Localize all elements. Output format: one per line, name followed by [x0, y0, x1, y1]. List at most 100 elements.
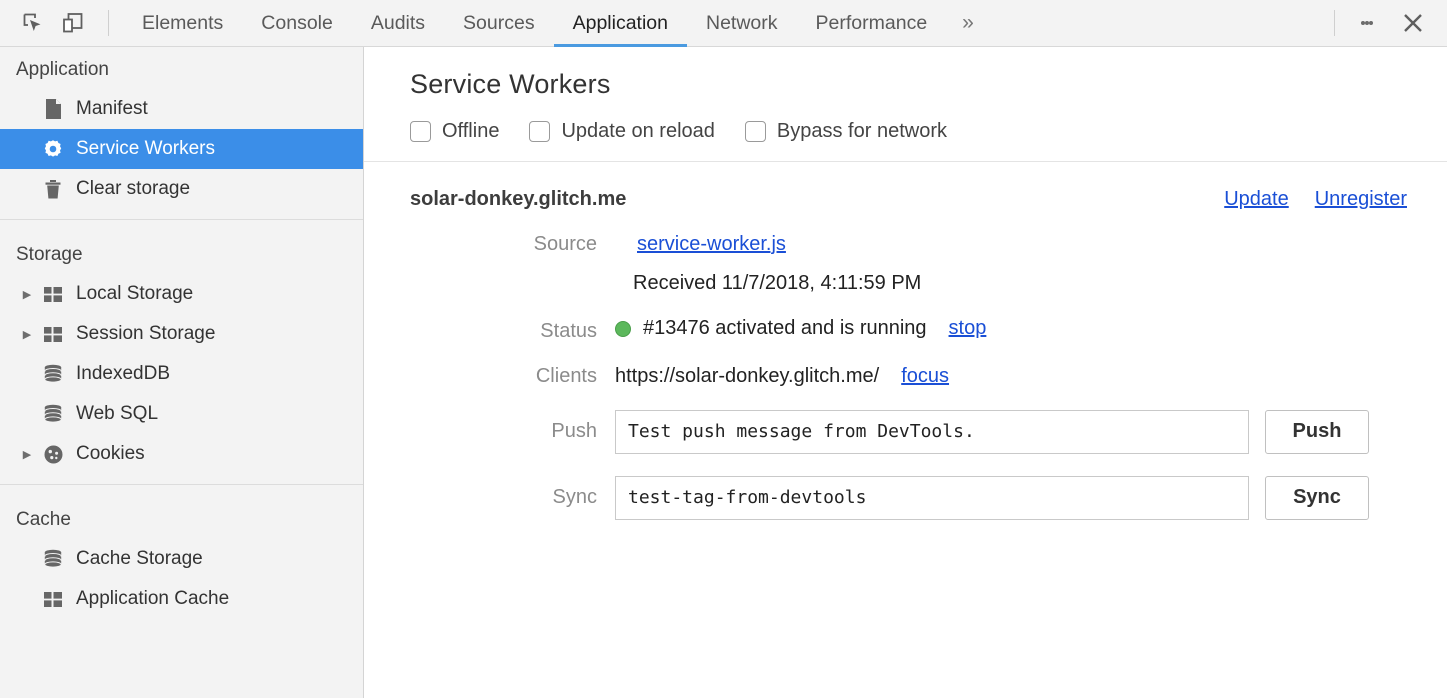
- offline-checkbox[interactable]: Offline: [410, 120, 499, 143]
- bypass-for-network-checkbox[interactable]: Bypass for network: [745, 120, 947, 143]
- devtools-window: Elements Console Audits Sources Applicat…: [0, 0, 1447, 698]
- clients-row: Clients https://solar-donkey.glitch.me/ …: [410, 365, 1407, 388]
- service-workers-panel: Service Workers Offline Update on reload…: [364, 47, 1447, 698]
- tab-application[interactable]: Application: [554, 0, 687, 47]
- update-link[interactable]: Update: [1224, 188, 1289, 211]
- sidebar-section-title: Cache: [0, 497, 363, 539]
- sidebar-item-label: IndexedDB: [76, 363, 170, 385]
- status-indicator-icon: [615, 321, 631, 337]
- source-file-link[interactable]: service-worker.js: [637, 233, 786, 256]
- update-on-reload-checkbox[interactable]: Update on reload: [529, 120, 714, 143]
- stop-link[interactable]: stop: [949, 317, 987, 340]
- sidebar-item-manifest[interactable]: Manifest: [0, 89, 363, 129]
- status-value: #13476 activated and is running stop: [615, 317, 986, 340]
- sidebar-item-clear-storage[interactable]: Clear storage: [0, 169, 363, 209]
- clients-label: Clients: [410, 365, 615, 388]
- sidebar-item-label: Clear storage: [76, 178, 190, 200]
- kebab-dot: [1369, 21, 1373, 25]
- sidebar-item-label: Service Workers: [76, 138, 215, 160]
- toolbar-divider: [108, 10, 109, 36]
- push-message-input[interactable]: Test push message from DevTools.: [615, 410, 1249, 454]
- sidebar-item-cookies[interactable]: ▶ Cookies: [0, 434, 363, 474]
- sidebar-item-indexeddb[interactable]: ▶ IndexedDB: [0, 354, 363, 394]
- sidebar-item-label: Manifest: [76, 98, 148, 120]
- focus-link[interactable]: focus: [901, 365, 949, 388]
- service-worker-registration: solar-donkey.glitch.me Update Unregister…: [364, 162, 1447, 520]
- more-tabs-chevron-icon[interactable]: »: [946, 11, 990, 35]
- checkbox-box[interactable]: [410, 121, 431, 142]
- database-icon: [38, 548, 68, 570]
- expand-triangle-icon[interactable]: ▶: [16, 288, 38, 301]
- sidebar-item-label: Application Cache: [76, 588, 229, 610]
- toolbar-right-divider: [1334, 10, 1335, 36]
- sidebar-item-label: Cache Storage: [76, 548, 203, 570]
- sync-tag-input[interactable]: test-tag-from-devtools: [615, 476, 1249, 520]
- push-button[interactable]: Push: [1265, 410, 1369, 454]
- sidebar-section-title: Storage: [0, 232, 363, 274]
- tab-elements[interactable]: Elements: [123, 0, 242, 47]
- sync-button[interactable]: Sync: [1265, 476, 1369, 520]
- device-toolbar-icon[interactable]: [58, 8, 88, 38]
- sidebar-item-cache-storage[interactable]: Cache Storage: [0, 539, 363, 579]
- toolbar-right-controls: [1324, 3, 1433, 43]
- client-url: https://solar-donkey.glitch.me/: [615, 365, 879, 388]
- sidebar-item-web-sql[interactable]: ▶ Web SQL: [0, 394, 363, 434]
- table-icon: [38, 323, 68, 345]
- checkbox-label: Offline: [442, 120, 499, 143]
- page-title: Service Workers: [410, 69, 1447, 100]
- tab-performance[interactable]: Performance: [797, 0, 947, 47]
- table-icon: [38, 588, 68, 610]
- expand-triangle-icon[interactable]: ▶: [16, 448, 38, 461]
- trash-icon: [38, 178, 68, 200]
- checkbox-label: Bypass for network: [777, 120, 947, 143]
- source-label: Source: [410, 233, 615, 256]
- sidebar-item-application-cache[interactable]: Application Cache: [0, 579, 363, 619]
- panel-tabs: Elements Console Audits Sources Applicat…: [123, 0, 990, 47]
- application-sidebar: Application Manifest: [0, 47, 364, 698]
- sidebar-section-storage: Storage ▶ Local Storage ▶: [0, 219, 363, 484]
- devtools-toolbar: Elements Console Audits Sources Applicat…: [0, 0, 1447, 47]
- cookie-icon: [38, 443, 68, 465]
- registration-actions: Update Unregister: [1224, 188, 1407, 211]
- sidebar-item-label: Cookies: [76, 443, 145, 465]
- devtools-body: Application Manifest: [0, 47, 1447, 698]
- document-icon: [38, 98, 68, 120]
- sidebar-item-label: Web SQL: [76, 403, 158, 425]
- sync-label: Sync: [410, 486, 615, 509]
- sync-row: Sync test-tag-from-devtools Sync: [410, 476, 1407, 520]
- sidebar-item-local-storage[interactable]: ▶ Local Storage: [0, 274, 363, 314]
- status-label: Status: [410, 320, 615, 343]
- kebab-menu-icon[interactable]: [1349, 5, 1385, 41]
- source-value: service-worker.js: [615, 233, 786, 256]
- sidebar-item-label: Session Storage: [76, 323, 215, 345]
- clients-value: https://solar-donkey.glitch.me/ focus: [615, 365, 949, 388]
- sidebar-item-session-storage[interactable]: ▶ Session Storage: [0, 314, 363, 354]
- gear-icon: [38, 138, 68, 160]
- tab-network[interactable]: Network: [687, 0, 797, 47]
- source-row: Source service-worker.js: [410, 233, 1407, 256]
- close-icon[interactable]: [1393, 3, 1433, 43]
- push-label: Push: [410, 420, 615, 443]
- sidebar-section-cache: Cache Cache Storage: [0, 484, 363, 629]
- expand-triangle-icon[interactable]: ▶: [16, 328, 38, 341]
- database-icon: [38, 363, 68, 385]
- sidebar-section-application: Application Manifest: [0, 47, 363, 219]
- push-row: Push Test push message from DevTools. Pu…: [410, 410, 1407, 454]
- checkbox-label: Update on reload: [561, 120, 714, 143]
- tab-audits[interactable]: Audits: [352, 0, 444, 47]
- registration-origin: solar-donkey.glitch.me: [410, 188, 626, 211]
- checkbox-box[interactable]: [529, 121, 550, 142]
- tab-sources[interactable]: Sources: [444, 0, 554, 47]
- unregister-link[interactable]: Unregister: [1315, 188, 1407, 211]
- service-worker-options: Offline Update on reload Bypass for netw…: [364, 100, 1447, 143]
- status-row: Status #13476 activated and is running s…: [410, 317, 1407, 343]
- inspect-element-icon[interactable]: [18, 8, 48, 38]
- tab-console[interactable]: Console: [242, 0, 352, 47]
- sidebar-item-label: Local Storage: [76, 283, 193, 305]
- sidebar-item-service-workers[interactable]: Service Workers: [0, 129, 363, 169]
- checkbox-box[interactable]: [745, 121, 766, 142]
- source-received-timestamp: Received 11/7/2018, 4:11:59 PM: [410, 272, 1407, 295]
- table-icon: [38, 283, 68, 305]
- status-text: #13476 activated and is running: [643, 317, 927, 340]
- database-icon: [38, 403, 68, 425]
